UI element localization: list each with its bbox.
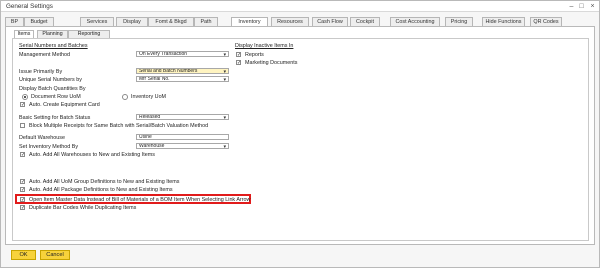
auto-add-warehouses-checkbox[interactable]: ✓ xyxy=(20,152,25,158)
radio-document-row-uom[interactable] xyxy=(22,94,28,100)
reports-checkbox[interactable]: ✓ xyxy=(236,52,241,58)
auto-add-warehouses-label: Auto. Add All Warehouses to New and Exis… xyxy=(29,152,155,158)
issue-primarily-value: Serial and Batch Numbers xyxy=(139,68,198,74)
general-settings-window: General Settings – □ × BP Budget Service… xyxy=(0,0,600,268)
unique-serial-label: Unique Serial Numbers by xyxy=(19,77,82,83)
default-warehouse-value: Usine xyxy=(139,134,152,140)
basic-batch-status-select[interactable]: Released ▼ xyxy=(136,114,229,120)
inventory-panel: Items Planning Reporting xyxy=(5,26,595,245)
auto-create-equipment-checkbox[interactable]: ✓ xyxy=(20,102,25,108)
auto-add-uom-label: Auto. Add All UoM Group Definitions to N… xyxy=(29,179,180,185)
display-batch-label: Display Batch Quantities By xyxy=(19,86,86,92)
title-bar: General Settings – □ × xyxy=(1,1,599,12)
block-multiple-receipts-label: Block Multiple Receipts for Same Batch w… xyxy=(29,123,209,129)
duplicate-bar-codes-label: Duplicate Bar Codes While Duplicating It… xyxy=(29,205,137,211)
set-inventory-method-select[interactable]: Warehouse ▼ xyxy=(136,143,229,149)
chevron-down-icon: ▼ xyxy=(222,144,227,149)
chevron-down-icon: ▼ xyxy=(222,115,227,120)
issue-primarily-label: Issue Primarily By xyxy=(19,69,63,75)
auto-add-package-checkbox[interactable]: ✓ xyxy=(20,187,25,193)
close-icon[interactable]: × xyxy=(588,2,597,11)
default-warehouse-label: Default Warehouse xyxy=(19,135,65,141)
duplicate-bar-codes-checkbox[interactable]: ✓ xyxy=(20,205,25,211)
radio-document-row-uom-label: Document Row UoM xyxy=(31,94,81,100)
chevron-down-icon: ▼ xyxy=(222,69,227,74)
marketing-documents-checkbox[interactable]: ✓ xyxy=(236,60,241,66)
radio-inventory-uom[interactable] xyxy=(122,94,128,100)
open-item-master-checkbox[interactable]: ✓ xyxy=(20,197,25,203)
set-inventory-method-label: Set Inventory Method By xyxy=(19,144,79,150)
chevron-down-icon: ▼ xyxy=(222,77,227,82)
marketing-documents-label: Marketing Documents xyxy=(245,60,298,66)
ok-button[interactable]: OK xyxy=(11,250,36,260)
unique-serial-select[interactable]: Mfr Serial No. ▼ xyxy=(136,76,229,82)
chevron-down-icon: ▼ xyxy=(222,52,227,57)
serial-batches-header: Serial Numbers and Batches xyxy=(19,43,88,49)
cancel-button[interactable]: Cancel xyxy=(40,250,70,260)
basic-batch-status-label: Basic Setting for Batch Status xyxy=(19,115,91,121)
management-method-select[interactable]: On Every Transaction ▼ xyxy=(136,51,229,57)
default-warehouse-select[interactable]: Usine xyxy=(136,134,229,140)
window-title: General Settings xyxy=(6,3,53,10)
maximize-icon[interactable]: □ xyxy=(577,2,586,11)
basic-batch-status-value: Released xyxy=(139,114,161,120)
display-inactive-header: Display Inactive Items In xyxy=(235,43,294,49)
auto-add-package-label: Auto. Add All Package Definitions to New… xyxy=(29,187,173,193)
issue-primarily-select[interactable]: Serial and Batch Numbers ▼ xyxy=(136,68,229,74)
block-multiple-receipts-checkbox[interactable] xyxy=(20,123,25,128)
open-item-master-label: Open Item Master Data Instead of Bill of… xyxy=(29,197,251,203)
radio-inventory-uom-label: Inventory UoM xyxy=(131,94,167,100)
unique-serial-value: Mfr Serial No. xyxy=(139,76,170,82)
management-method-label: Management Method xyxy=(19,52,70,58)
reports-label: Reports xyxy=(245,52,264,58)
auto-add-uom-checkbox[interactable]: ✓ xyxy=(20,179,25,185)
management-method-value: On Every Transaction xyxy=(139,51,188,57)
minimize-icon[interactable]: – xyxy=(567,2,576,11)
subtab-reporting[interactable]: Reporting xyxy=(68,30,110,38)
auto-create-equipment-label: Auto. Create Equipment Card xyxy=(29,102,100,108)
set-inventory-method-value: Warehouse xyxy=(139,143,165,149)
subtab-planning[interactable]: Planning xyxy=(37,30,68,38)
